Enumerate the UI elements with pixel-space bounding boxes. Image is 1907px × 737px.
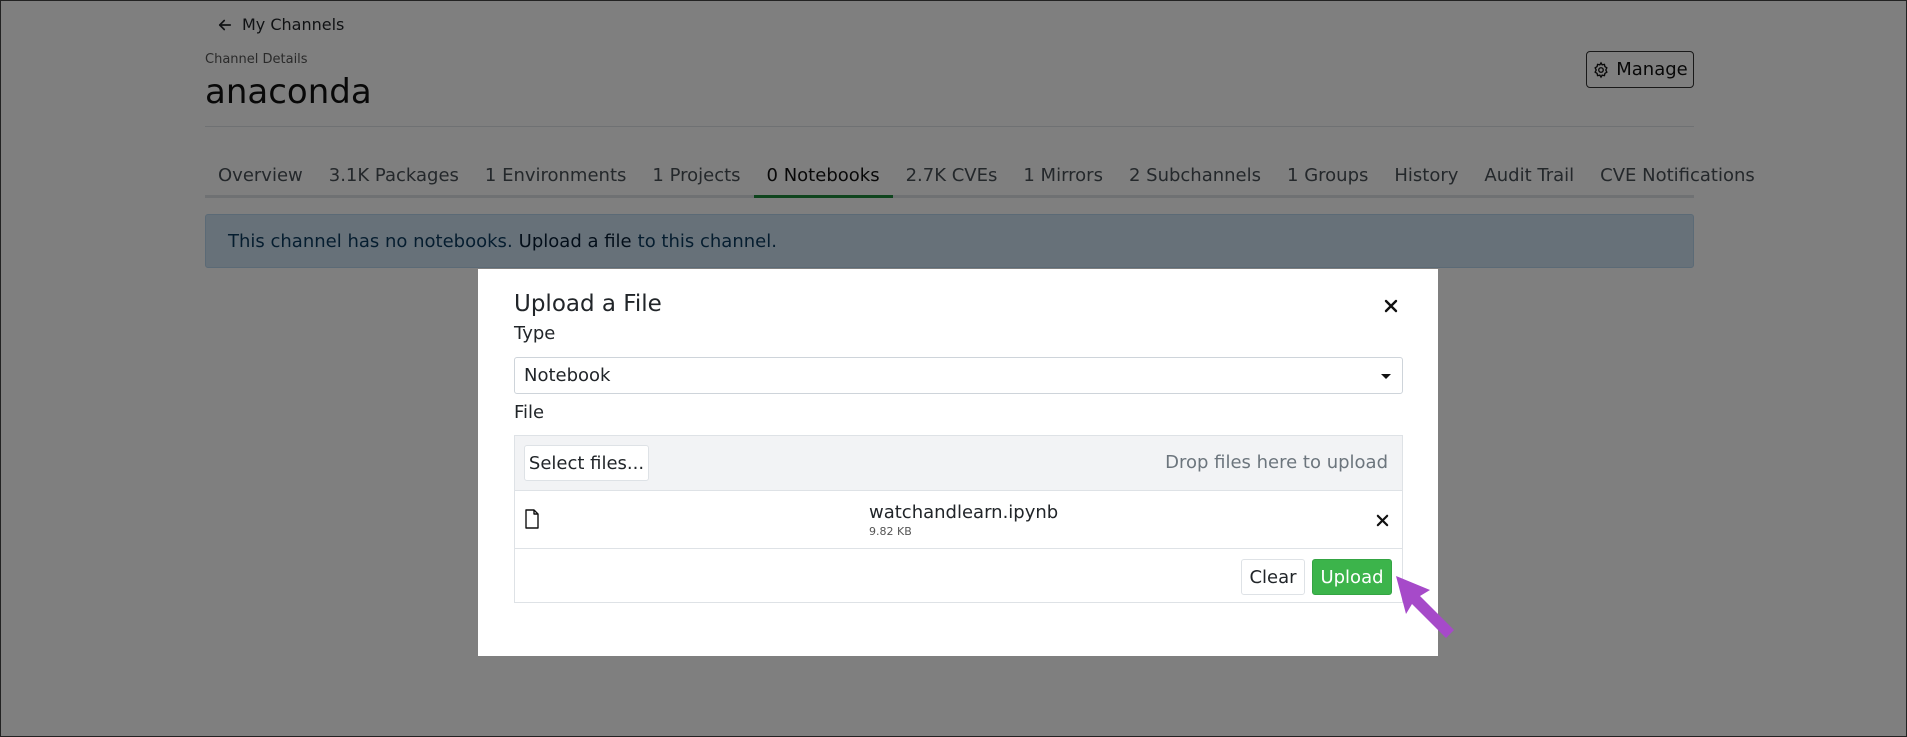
modal-title: Upload a File bbox=[514, 291, 662, 317]
file-upload-dropzone[interactable]: Select files... Drop files here to uploa… bbox=[514, 435, 1403, 603]
clear-button[interactable]: Clear bbox=[1241, 559, 1305, 595]
modal-close-button[interactable] bbox=[1380, 295, 1402, 317]
file-size: 9.82 KB bbox=[869, 525, 912, 538]
caret-down-icon bbox=[1381, 373, 1391, 379]
upload-button[interactable]: Upload bbox=[1312, 559, 1392, 595]
select-files-button[interactable]: Select files... bbox=[524, 445, 649, 481]
file-label: File bbox=[514, 402, 545, 423]
pointer-arrow-icon bbox=[1396, 576, 1454, 638]
type-select[interactable]: Notebook bbox=[514, 357, 1403, 394]
upload-file-modal: Upload a File Type Notebook File Select … bbox=[478, 269, 1438, 656]
type-label: Type bbox=[514, 323, 556, 344]
type-select-value: Notebook bbox=[524, 365, 611, 386]
upload-toolbar: Select files... Drop files here to uploa… bbox=[515, 436, 1402, 491]
file-name: watchandlearn.ipynb bbox=[869, 502, 1059, 523]
page: My Channels Channel Details anaconda Man… bbox=[0, 0, 1907, 737]
file-icon bbox=[525, 509, 539, 529]
upload-actions: Clear Upload bbox=[515, 549, 1402, 602]
remove-file-button[interactable] bbox=[1373, 511, 1391, 529]
file-list-item: watchandlearn.ipynb 9.82 KB bbox=[515, 491, 1402, 549]
drop-hint-text: Drop files here to upload bbox=[1165, 452, 1388, 473]
close-icon bbox=[1376, 514, 1388, 526]
close-icon bbox=[1384, 299, 1398, 313]
